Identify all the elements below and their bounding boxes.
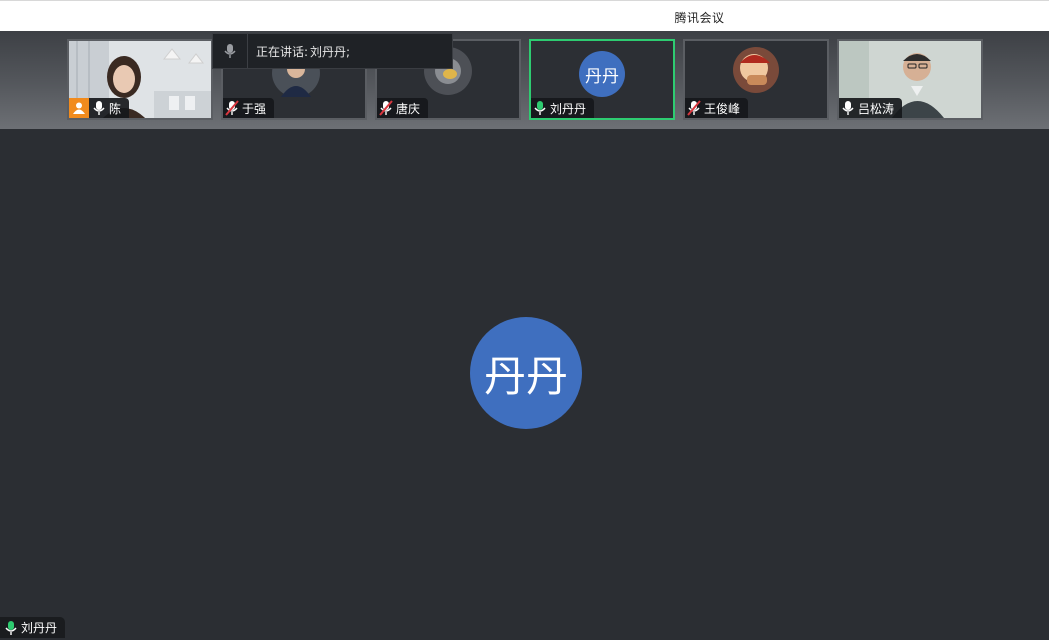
participant-namebar: 刘丹丹 [531,98,595,118]
participant-namebar: 唐庆 [377,98,429,118]
title-bar[interactable]: 腾讯会议 [0,0,1049,31]
participant-name: 于强 [242,101,267,116]
main-speaker-name: 刘丹丹 [21,621,58,635]
speaking-label: 正在讲话: [256,44,309,59]
main-speaker-avatar: 丹丹 [470,317,582,429]
avatar: 丹丹 [579,51,625,97]
participant-tile-chen[interactable]: 陈 [67,39,213,120]
speaking-names: 刘丹丹; [310,44,351,59]
mic-icon[interactable] [841,100,855,116]
window-title: 腾讯会议 [674,11,725,25]
participant-name: 王俊峰 [704,101,741,116]
mic-muted-icon[interactable] [687,100,701,116]
host-user-icon [69,98,89,118]
participant-namebar: 王俊峰 [685,98,749,118]
participant-tile-liudandan[interactable]: 丹丹 刘丹丹 [529,39,675,120]
participant-name: 刘丹丹 [550,101,587,116]
participant-name: 唐庆 [396,101,421,116]
mic-active-icon [4,620,18,636]
participant-name: 吕松涛 [858,101,895,116]
mic-muted-icon[interactable] [379,100,393,116]
participant-tile-wangjunfeng[interactable]: 王俊峰 [683,39,829,120]
participant-namebar: 吕松涛 [839,98,903,118]
mic-icon[interactable] [92,100,106,116]
participant-tile-lvsongtao[interactable]: 吕松涛 [837,39,983,120]
speaking-indicator: 正在讲话: 刘丹丹; [212,33,453,69]
participant-strip: 陈 于强 唐庆 丹丹 刘丹丹 王俊峰 吕松涛 [0,31,1049,129]
participant-name: 陈 [109,101,122,116]
speaking-mic-icon [213,34,248,68]
mic-muted-icon[interactable] [225,100,239,116]
participant-namebar: 陈 [69,98,130,118]
mic-active-icon[interactable] [533,100,547,116]
main-speaker-namebar: 刘丹丹 [0,617,66,638]
participant-namebar: 于强 [223,98,275,118]
